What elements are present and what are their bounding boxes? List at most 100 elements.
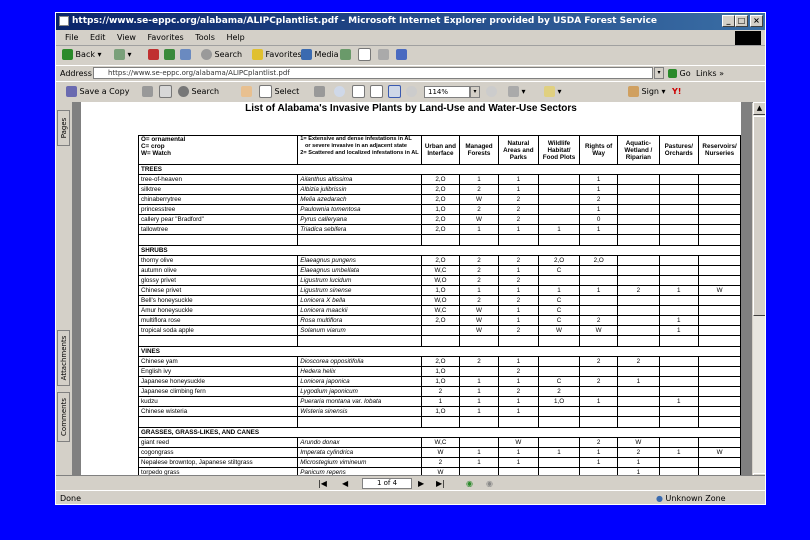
rating-cell: W,C (420, 437, 461, 448)
table-row: cogongrass Imperata cylindrica W 1 1 1 1 2 1 W (137, 447, 741, 458)
edit-button[interactable] (396, 48, 407, 62)
rating-cell (698, 406, 741, 417)
rating-cell (537, 194, 581, 205)
rating-cell: 2,O (420, 194, 461, 205)
spacer-row (137, 335, 741, 347)
page-number-input[interactable]: 1 of 4 (362, 478, 412, 489)
vertical-scrollbar[interactable]: ▲ ▼ (753, 102, 765, 486)
fit-page-button[interactable] (370, 85, 383, 99)
previous-page-button[interactable]: ◀ (342, 476, 348, 491)
mail-button[interactable] (358, 48, 371, 62)
forward-button[interactable]: ▾ (114, 48, 132, 62)
status-bar: Done ● Unknown Zone (56, 490, 765, 504)
rating-cell: 1,O (420, 376, 461, 387)
rating-cell (617, 265, 660, 276)
pdf-print-button[interactable] (142, 85, 153, 99)
rating-cell: 2,O (420, 315, 461, 326)
menu-tools[interactable]: Tools (195, 33, 215, 42)
links-button[interactable]: Links » (696, 66, 724, 81)
rating-cell: 1 (579, 184, 619, 195)
minimize-button[interactable]: _ (722, 15, 735, 27)
document-viewport: List of Alabama's Invasive Plants by Lan… (73, 102, 752, 486)
email-button[interactable] (159, 85, 172, 99)
address-dropdown-icon[interactable]: ▾ (654, 67, 664, 79)
fit-width-button[interactable] (388, 85, 401, 99)
rating-cell (537, 406, 581, 417)
sign-button[interactable]: Sign ▾ (628, 85, 666, 99)
rating-cell: 1 (579, 396, 619, 407)
rating-cell (698, 325, 741, 336)
media-button[interactable]: Media (301, 48, 339, 62)
next-page-button[interactable]: ▶ (418, 476, 424, 491)
go-button[interactable]: Go (668, 66, 691, 81)
rating-cell: 1 (459, 396, 499, 407)
rating-cell (579, 305, 619, 316)
back-view-button[interactable]: ◉ (466, 476, 473, 491)
rating-cell: W (537, 325, 581, 336)
tab-comments[interactable]: Comments (57, 392, 70, 442)
rating-cell (617, 275, 660, 286)
maximize-button[interactable]: □ (735, 15, 748, 27)
scroll-up-icon[interactable]: ▲ (753, 102, 765, 115)
tab-attachments[interactable]: Attachments (57, 330, 70, 386)
rating-cell (537, 457, 581, 468)
favorites-button[interactable]: Favorites (252, 48, 302, 62)
section-title: TREES (138, 164, 741, 175)
rating-cell (459, 437, 499, 448)
table-row: tropical soda apple Solanum viarum W 2 W W 1 (137, 325, 741, 336)
rating-cell: 1 (459, 224, 499, 235)
table-row: Chinese yam Dioscorea oppositifolia 2,O 2 1 2… (137, 356, 741, 367)
spacer-cell (617, 416, 660, 428)
search-button[interactable]: Search (201, 48, 242, 62)
close-button[interactable]: × (750, 15, 763, 27)
rating-cell: 1 (497, 265, 539, 276)
rating-cell: 2 (579, 356, 619, 367)
forward-view-button[interactable]: ◉ (486, 476, 493, 491)
menu-file[interactable]: File (65, 33, 78, 42)
print-button[interactable] (378, 48, 389, 62)
rating-cell: 2 (497, 214, 539, 225)
rating-cell (698, 295, 741, 306)
refresh-button[interactable] (164, 48, 175, 62)
rating-cell: 1 (579, 174, 619, 185)
history-button[interactable] (340, 48, 351, 62)
actual-size-button[interactable] (352, 85, 365, 99)
rating-cell (658, 255, 700, 266)
menu-edit[interactable]: Edit (90, 33, 106, 42)
rating-cell (658, 457, 700, 468)
tab-pages[interactable]: Pages (57, 110, 70, 146)
pdf-page: List of Alabama's Invasive Plants by Lan… (81, 102, 741, 486)
zoom-out-button[interactable] (406, 85, 417, 99)
rating-cell: 1 (497, 457, 539, 468)
rotate-button[interactable]: ▾ (508, 85, 526, 99)
home-button[interactable] (180, 48, 191, 62)
scroll-thumb[interactable] (753, 116, 765, 316)
yahoo-icon[interactable]: Y! (672, 85, 681, 99)
spacer-cell (497, 234, 539, 246)
save-copy-button[interactable]: Save a Copy (66, 85, 129, 99)
zoom-dropdown-icon[interactable]: ▾ (470, 86, 480, 98)
menu-favorites[interactable]: Favorites (148, 33, 184, 42)
rating-cell (537, 174, 581, 185)
first-page-button[interactable]: |◀ (318, 476, 327, 491)
pdf-search-button[interactable]: Search (178, 85, 219, 99)
review-button[interactable]: ▾ (544, 85, 562, 99)
zoom-in-button[interactable] (334, 85, 345, 99)
stop-button[interactable] (148, 48, 159, 62)
last-page-button[interactable]: ▶| (436, 476, 445, 491)
menu-view[interactable]: View (117, 33, 136, 42)
rating-cell: 1 (497, 305, 539, 316)
scientific-name-cell: Pyrus calleryana (297, 214, 422, 225)
history-icon (340, 49, 351, 60)
address-input[interactable]: https://www.se-eppc.org/alabama/ALIPCpla… (93, 67, 653, 79)
back-button[interactable]: Back ▾ (62, 48, 102, 62)
rating-cell (658, 224, 700, 235)
snapshot-button[interactable] (314, 85, 325, 99)
zoom-in-plus-button[interactable] (486, 85, 497, 99)
rating-cell (617, 184, 660, 195)
select-text-button[interactable]: Select (259, 85, 299, 99)
scientific-name-cell: Ligustrum sinense (297, 285, 422, 296)
hand-tool-button[interactable] (241, 85, 252, 99)
zoom-level-input[interactable]: 114% (424, 86, 470, 98)
menu-help[interactable]: Help (226, 33, 244, 42)
